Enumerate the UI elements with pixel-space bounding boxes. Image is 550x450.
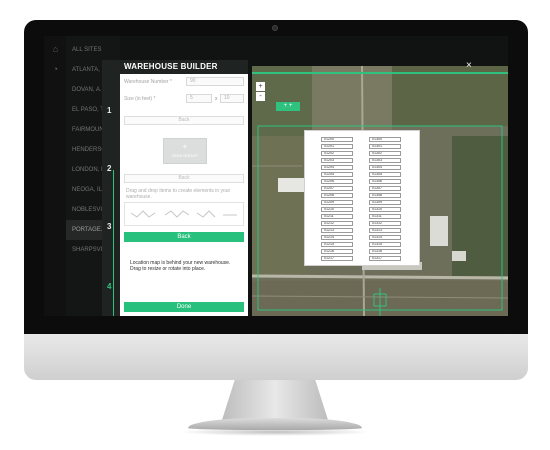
warehouse-slot[interactable]: 01215 [321, 242, 353, 247]
warehouse-slot[interactable]: 01315 [369, 242, 401, 247]
size-height-input[interactable]: 10 [220, 94, 244, 103]
warehouse-slot[interactable]: 01213 [321, 228, 353, 233]
builder-header: WAREHOUSE BUILDER [102, 60, 248, 74]
warehouse-slot[interactable]: 01307 [369, 186, 401, 191]
size-separator: x [215, 96, 218, 102]
camera-icon [272, 25, 278, 31]
warehouse-slot[interactable]: 01200 [321, 137, 353, 142]
warehouse-slot[interactable]: 01301 [369, 144, 401, 149]
warehouse-slot[interactable]: 01203 [321, 158, 353, 163]
row-group-button[interactable]: + ROW GROUP [163, 138, 207, 164]
warehouse-slot[interactable]: 01217 [321, 256, 353, 261]
step-2-number: 2 [107, 164, 112, 173]
warehouse-builder-panel: WAREHOUSE BUILDER 1 2 3 4 Warehouse Numb… [102, 60, 248, 316]
back-button-step-1[interactable]: Back [124, 116, 244, 125]
step-4-note: Location map is behind your new warehous… [130, 260, 231, 272]
warehouse-slot[interactable]: 01202 [321, 151, 353, 156]
zoom-in-button[interactable]: + [256, 82, 265, 91]
warehouse-slot[interactable]: 01209 [321, 200, 353, 205]
screen: ⌂ ◔ ALL SITES ATLANTA, N... DOVAN, A... … [44, 36, 508, 316]
warehouse-slot[interactable]: 01316 [369, 249, 401, 254]
step-rail: 1 2 3 4 [102, 74, 120, 316]
back-button-step-3[interactable]: Back [124, 232, 244, 242]
warehouse-slot[interactable]: 01206 [321, 179, 353, 184]
stage: ⌂ ◔ ALL SITES ATLANTA, N... DOVAN, A... … [0, 0, 550, 450]
warehouse-slot[interactable]: 01309 [369, 200, 401, 205]
builder-form: Warehouse Number * 90 Size (in feet) * 5… [120, 74, 248, 316]
warehouse-layout[interactable]: 01200 01201 01202 01203 01204 01205 01206 01207… [304, 130, 420, 266]
warehouse-slot[interactable]: 01205 [321, 172, 353, 177]
warehouse-slot[interactable]: 01201 [321, 144, 353, 149]
warehouse-slot[interactable]: 01212 [321, 221, 353, 226]
elements-palette[interactable] [124, 202, 244, 226]
warehouse-slot[interactable]: 01311 [369, 214, 401, 219]
warehouse-slot[interactable]: 01313 [369, 228, 401, 233]
close-icon[interactable]: × [466, 60, 472, 71]
row-group-label: ROW GROUP [172, 153, 198, 158]
step-progress-line [113, 170, 114, 316]
warehouse-slot[interactable]: 01304 [369, 165, 401, 170]
warehouse-number-input[interactable]: 90 [186, 77, 244, 86]
warehouse-slot[interactable]: 01312 [369, 221, 401, 226]
warehouse-slot[interactable]: 01305 [369, 172, 401, 177]
map-add-tool[interactable]: + + [276, 102, 300, 111]
step-1-number: 1 [107, 106, 112, 115]
warehouse-slot[interactable]: 01214 [321, 235, 353, 240]
map-frame-top [252, 72, 508, 74]
warehouse-number-label: Warehouse Number * [124, 79, 172, 85]
zoom-out-button[interactable]: - [256, 92, 265, 101]
monitor-chin [24, 334, 528, 380]
warehouse-slot[interactable]: 01210 [321, 207, 353, 212]
warehouse-slot[interactable]: 01300 [369, 137, 401, 142]
warehouse-slot[interactable]: 01310 [369, 207, 401, 212]
builder-title: WAREHOUSE BUILDER [124, 62, 218, 71]
monitor-stand-foot [188, 418, 362, 430]
warehouse-slot[interactable]: 01302 [369, 151, 401, 156]
warehouse-slot[interactable]: 01303 [369, 158, 401, 163]
size-label: Size (in feet) * [124, 96, 156, 102]
size-width-input[interactable]: 5 [186, 94, 212, 103]
warehouse-slot[interactable]: 01211 [321, 214, 353, 219]
warehouse-slot[interactable]: 01317 [369, 256, 401, 261]
done-button[interactable]: Done [124, 302, 244, 312]
warehouse-slot[interactable]: 01314 [369, 235, 401, 240]
warehouse-slot[interactable]: 01306 [369, 179, 401, 184]
plus-icon: + [182, 142, 188, 151]
warehouse-slot[interactable]: 01208 [321, 193, 353, 198]
monitor-stand-neck [222, 380, 328, 420]
warehouse-slot[interactable]: 01207 [321, 186, 353, 191]
back-button-step-2[interactable]: Back [124, 174, 244, 183]
warehouse-slot[interactable]: 01204 [321, 165, 353, 170]
warehouse-slot[interactable]: 01216 [321, 249, 353, 254]
warehouse-slot[interactable]: 01308 [369, 193, 401, 198]
element-shapes-icon [130, 210, 237, 218]
step-3-number: 3 [107, 222, 112, 231]
drag-instructions: Drag and drop items to create elements i… [126, 188, 231, 200]
step-4-number: 4 [107, 282, 112, 291]
